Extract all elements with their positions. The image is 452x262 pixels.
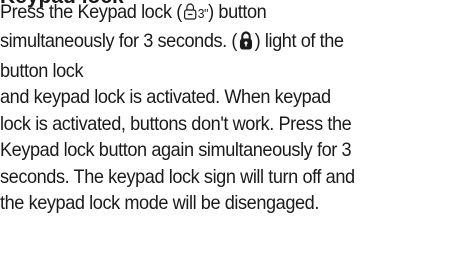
keypad-lock-icon — [183, 1, 197, 28]
paragraph-line: button lock — [0, 60, 84, 82]
paragraph-line: and keypad lock is activated. When keypa… — [0, 86, 331, 108]
text-span: Press the Keypad lock ( — [0, 1, 182, 23]
text-span: simultaneously for 3 seconds. ( — [0, 29, 238, 52]
paragraph-line: lock is activated, buttons don't work. P… — [0, 112, 352, 135]
paragraph-line: the keypad lock mode will be disengaged. — [0, 192, 319, 214]
paragraph-line: simultaneously for 3 seconds. ( ) light o… — [0, 28, 446, 59]
manual-page: Keypad lock Press the Keypad lock (3") b… — [0, 0, 452, 262]
lock-icon — [238, 30, 254, 59]
paragraph-keypad-lock-behavior: and keypad lock is activated. When keypa… — [0, 84, 446, 217]
keypad-lock-icon-label: 3" — [197, 6, 209, 21]
text-span: ) light of the — [254, 29, 344, 52]
paragraph-instructions: Press the Keypad lock ( 3") button simult… — [0, 0, 446, 85]
paragraph-line: Keypad lock button again simultaneously … — [0, 139, 352, 161]
paragraph-line: seconds. The keypad lock sign will turn … — [0, 165, 355, 188]
text-span: ) button — [208, 1, 267, 23]
paragraph-line: Press the Keypad lock ( 3") button — [0, 0, 446, 28]
